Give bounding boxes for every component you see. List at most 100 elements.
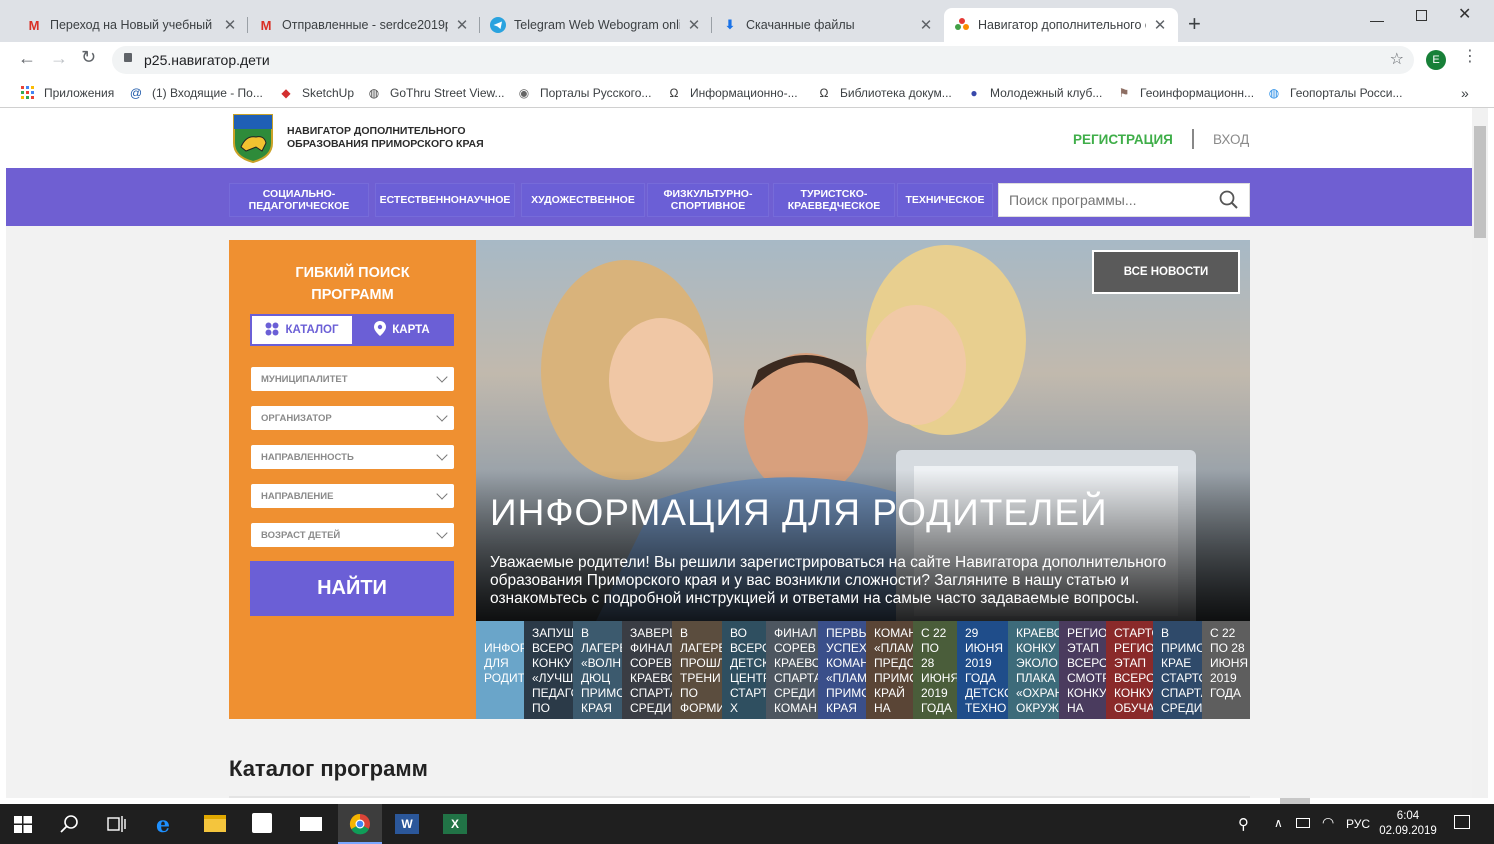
bookmark-info[interactable]: Ω Информационно-... <box>666 83 798 103</box>
direction-select[interactable]: НАПРАВЛЕНИЕ <box>251 484 454 508</box>
close-icon[interactable]: ✕ <box>222 16 238 34</box>
tab-downloads[interactable]: ⬇ Скачанные файлы ✕ <box>712 8 944 42</box>
menu-icon[interactable]: ⋮ <box>1462 49 1478 65</box>
bookmark-star-icon[interactable]: ☆ <box>1390 49 1404 69</box>
close-icon[interactable]: ✕ <box>918 16 934 34</box>
input-language[interactable]: РУС <box>1346 817 1370 831</box>
catalog-tab[interactable]: КАТАЛОГ <box>252 316 352 344</box>
bookmark-apps[interactable]: Приложения <box>20 83 114 103</box>
back-icon[interactable]: ← <box>18 48 36 69</box>
news-strip-item[interactable]: КРАЕВО КОНКУ ЭКОЛО ПЛАКА «ОХРАН ОКРУЖ <box>1008 621 1059 719</box>
news-strip-item[interactable]: В ЛАГЕРЕ «ВОЛН ДЮЦ ПРИМО КРАЯ <box>573 621 622 719</box>
minimize-icon[interactable] <box>1370 8 1384 22</box>
close-icon[interactable]: ✕ <box>1152 16 1168 34</box>
tab-telegram[interactable]: Telegram Web Webogram online ✕ <box>480 8 712 42</box>
maximize-icon[interactable] <box>1416 10 1427 21</box>
notifications-icon[interactable] <box>1454 815 1470 829</box>
address-bar[interactable]: p25.навигатор.дети ☆ <box>112 46 1414 74</box>
filter-title: ГИБКИЙ ПОИСК ПРОГРАММ <box>229 262 476 306</box>
page-scrollbar[interactable] <box>1472 108 1488 798</box>
bookmark-label: Библиотека докум... <box>840 86 952 100</box>
clock[interactable]: 6:04 02.09.2019 <box>1378 809 1438 839</box>
edge-icon[interactable]: e <box>156 812 170 838</box>
category-natural-science[interactable]: ЕСТЕСТВЕННОНАУЧНОЕ <box>375 183 515 217</box>
bookmarks-overflow-icon[interactable]: » <box>1461 83 1469 103</box>
tab-gmail-1[interactable]: M Переход на Новый учебный год ✕ <box>16 8 248 42</box>
category-sports[interactable]: ФИЗКУЛЬТУРНО- СПОРТИВНОЕ <box>647 183 769 217</box>
store-icon[interactable] <box>252 813 272 833</box>
wifi-icon[interactable]: ◠ <box>1322 814 1334 831</box>
news-strip-item[interactable]: ЗАПУЩ ВСЕРО КОНКУ «ЛУЧШ ПЕДАГО ПО <box>524 621 573 719</box>
search-icon[interactable] <box>1219 190 1239 215</box>
profile-avatar[interactable]: E <box>1426 50 1446 70</box>
tray-chevron-icon[interactable]: ∧ <box>1274 816 1283 830</box>
excel-icon[interactable]: X <box>443 814 467 834</box>
bookmark-sketchup[interactable]: ◆ SketchUp <box>278 83 354 103</box>
site-logo-text: НАВИГАТОР ДОПОЛНИТЕЛЬНОГО ОБРАЗОВАНИЯ ПР… <box>287 125 484 151</box>
age-select[interactable]: ВОЗРАСТ ДЕТЕЙ <box>251 523 454 547</box>
chevron-down-icon <box>436 449 448 461</box>
category-artistic[interactable]: ХУДОЖЕСТВЕННОЕ <box>521 183 645 217</box>
login-link[interactable]: ВХОД <box>1213 132 1249 147</box>
bookmark-label: SketchUp <box>302 86 355 100</box>
bookmark-library[interactable]: Ω Библиотека докум... <box>816 83 952 103</box>
bookmark-portals[interactable]: ◉ Порталы Русского... <box>516 83 652 103</box>
find-button[interactable]: НАЙТИ <box>250 561 454 616</box>
municipality-select[interactable]: МУНИЦИПАЛИТЕТ <box>251 367 454 391</box>
news-strip-item[interactable]: ФИНАЛ СОРЕВ КРАЕВО СПАРТА СРЕДИ КОМАН <box>766 621 818 719</box>
bookmark-inbox[interactable]: @ (1) Входящие - По... <box>128 83 263 103</box>
tab-gmail-2[interactable]: M Отправленные - serdce2019pk@ ✕ <box>248 8 480 42</box>
bookmark-geoinfo[interactable]: ⚑ Геоинформационн... <box>1116 83 1254 103</box>
battery-icon[interactable] <box>1296 818 1310 828</box>
news-strip-item[interactable]: С 22 ПО 28 ИЮНЯ 2019 ГОДА <box>913 621 957 719</box>
news-strip-item[interactable]: ПЕРВЫ УСПЕХИ КОМАН «ПЛАМ ПРИМО КРАЯ <box>818 621 866 719</box>
chrome-taskbar-button[interactable] <box>338 804 382 844</box>
tab-title: Навигатор дополнительного об <box>978 18 1146 32</box>
news-strip-item[interactable]: ИНФОРМ ДЛЯ РОДИТ <box>476 621 524 719</box>
bookmark-youth[interactable]: ● Молодежный клуб... <box>966 83 1102 103</box>
coat-of-arms-logo[interactable] <box>232 113 274 164</box>
people-icon[interactable]: ⚲ <box>1238 815 1249 833</box>
program-search-box[interactable] <box>998 183 1250 217</box>
program-search-input[interactable] <box>1009 192 1209 208</box>
gmail-icon: M <box>28 17 40 33</box>
focus-select[interactable]: НАПРАВЛЕННОСТЬ <box>251 445 454 469</box>
reload-icon[interactable]: ↻ <box>81 47 96 68</box>
bookmark-gothru[interactable]: ◍ GoThru Street View... <box>366 83 505 103</box>
category-technical[interactable]: ТЕХНИЧЕСКОЕ <box>897 183 993 217</box>
news-strip-item[interactable]: РЕГИО ЭТАП ВСЕРО СМОТР КОНКУ НА <box>1059 621 1106 719</box>
organizer-select[interactable]: ОРГАНИЗАТОР <box>251 406 454 430</box>
window-close-icon[interactable]: ✕ <box>1458 4 1471 24</box>
news-banner[interactable]: ВСЕ НОВОСТИ ИНФОРМАЦИЯ ДЛЯ РОДИТЕЛЕЙ Ува… <box>476 240 1250 621</box>
chevron-down-icon <box>436 410 448 422</box>
news-strip-item[interactable]: ЗАВЕРШ ФИНАЛ СОРЕВ КРАЕВО СПАРТА СРЕДИ <box>622 621 672 719</box>
news-strip-item[interactable]: КОМАН «ПЛАМ ПРЕДС ПРИМО КРАЙ НА <box>866 621 913 719</box>
banner-text: Уважаемые родители! Вы решили зарегистри… <box>490 554 1167 607</box>
task-view-icon[interactable] <box>107 815 127 838</box>
category-social-pedagogical[interactable]: СОЦИАЛЬНО- ПЕДАГОГИЧЕСКОЕ <box>229 183 369 217</box>
register-link[interactable]: РЕГИСТРАЦИЯ <box>1073 132 1173 147</box>
all-news-button[interactable]: ВСЕ НОВОСТИ <box>1092 250 1240 294</box>
search-icon[interactable] <box>60 814 80 839</box>
tab-navigator[interactable]: Навигатор дополнительного об ✕ <box>944 8 1178 42</box>
new-tab-icon[interactable]: + <box>1188 13 1201 35</box>
news-strip-item[interactable]: В ПРИМО КРАЕ СТАРТО СПАРТА СРЕДИ <box>1153 621 1202 719</box>
file-explorer-icon[interactable] <box>204 815 226 832</box>
windows-start-icon[interactable] <box>14 816 32 838</box>
news-strip-item[interactable]: В ЛАГЕРЕ ПРОШЛ ТРЕНИ ПО ФОРМИ <box>672 621 722 719</box>
browser-toolbar: ← → ↻ p25.навигатор.дети ☆ E ⋮ <box>0 42 1494 78</box>
news-strip-item[interactable]: 29 ИЮНЯ 2019 ГОДА ДЕТСКО ТЕХНО <box>957 621 1008 719</box>
news-strip-item[interactable]: С 22 ПО 28 ИЮНЯ 2019 ГОДА <box>1202 621 1250 719</box>
map-tab[interactable]: КАРТА <box>352 316 452 344</box>
close-icon[interactable]: ✕ <box>454 16 470 34</box>
scrollbar-thumb[interactable] <box>1474 126 1486 238</box>
bookmark-label: Порталы Русского... <box>540 86 652 100</box>
mail-icon[interactable] <box>300 817 322 831</box>
news-strip-item[interactable]: СТАРТО РЕГИО ЭТАП ВСЕРО КОНКУ ОБУЧА <box>1106 621 1153 719</box>
bookmark-geoportals[interactable]: ◍ Геопорталы Росси... <box>1266 83 1403 103</box>
forward-icon[interactable]: → <box>50 48 68 69</box>
category-tourism[interactable]: ТУРИСТСКО- КРАЕВЕДЧЕСКОЕ <box>773 183 895 217</box>
word-icon[interactable]: W <box>395 814 419 834</box>
close-icon[interactable]: ✕ <box>686 16 702 34</box>
news-strip-item[interactable]: ВО ВСЕРО ДЕТСКО ЦЕНТРЕ СТАРТУ Х <box>722 621 766 719</box>
